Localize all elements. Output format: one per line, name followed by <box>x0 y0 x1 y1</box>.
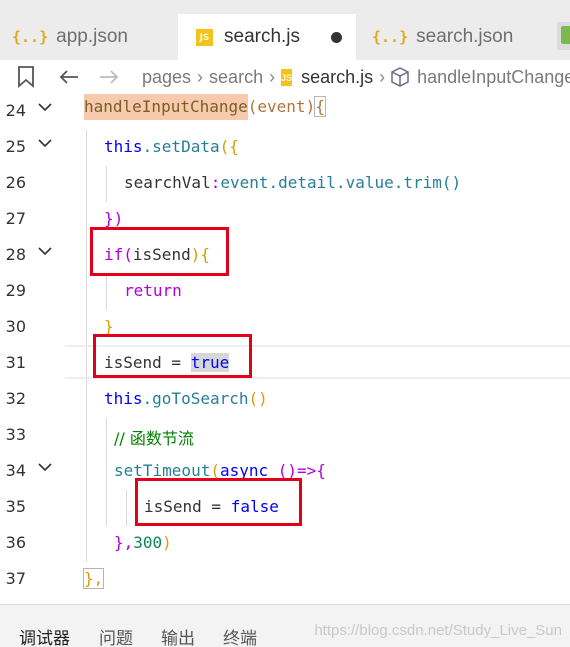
line-number: 32 <box>5 389 26 408</box>
line-number: 26 <box>5 173 26 192</box>
object-key: searchVal <box>124 173 211 192</box>
line-number: 25 <box>5 137 26 156</box>
next-tab-stub[interactable] <box>557 22 570 50</box>
code-line-26: 26 searchVal:event.detail.value.trim() <box>0 166 570 202</box>
keyword-return: return <box>124 281 182 300</box>
breadcrumb-segment-file[interactable]: search.js <box>301 67 373 88</box>
json-file-icon: {..} <box>12 28 49 46</box>
unsaved-dot-icon[interactable] <box>331 31 343 43</box>
line-number: 31 <box>5 353 26 372</box>
keyword-this: this <box>104 137 143 156</box>
fold-chevron-icon[interactable] <box>37 243 53 259</box>
file-icon <box>561 26 570 44</box>
function-name: handleInputChange <box>84 94 248 120</box>
tab-output[interactable]: 输出 <box>161 624 195 647</box>
tab-label: search.json <box>416 26 514 47</box>
code-line-29: 29 return <box>0 274 570 310</box>
bracket: }, <box>114 533 134 552</box>
number-literal: 300 <box>133 533 163 552</box>
tab-terminal[interactable]: 终端 <box>223 624 257 647</box>
code-line-33: 33 // 函数节流 <box>0 418 570 454</box>
highlight-box-issend-false <box>135 478 302 526</box>
breadcrumb-segment-symbol[interactable]: handleInputChange <box>417 67 570 88</box>
call-parens: () <box>248 389 268 408</box>
watermark: https://blog.csdn.net/Study_Live_Sun <box>314 622 562 639</box>
method-call: .setData <box>142 137 220 156</box>
code-line-27: 27 }) <box>0 202 570 238</box>
params: (event) <box>247 97 316 116</box>
breadcrumb-segment-pages[interactable]: pages <box>142 67 191 88</box>
code-line-28: 28 if(isSend){ <box>0 238 570 274</box>
method-call: .goToSearch <box>142 389 249 408</box>
brace: { <box>314 96 326 117</box>
menu-strip <box>0 0 570 14</box>
keyword-this: this <box>104 389 143 408</box>
call-parens: () <box>441 173 462 192</box>
line-number: 29 <box>5 281 26 300</box>
chevron-right-icon: › <box>379 66 386 87</box>
bracket: }) <box>104 209 124 228</box>
chevron-right-icon: › <box>269 66 276 87</box>
js-file-icon: JS <box>281 68 293 86</box>
fold-chevron-icon[interactable] <box>37 135 53 151</box>
value-expression: event.detail.value.trim <box>220 173 442 192</box>
fold-chevron-icon[interactable] <box>37 459 53 475</box>
code-editor[interactable]: 24 handleInputChange(event){ 25 this.set… <box>0 94 570 604</box>
bottom-panel: 调试器 问题 输出 终端 https://blog.csdn.net/Study… <box>0 604 570 647</box>
chevron-right-icon: › <box>197 66 204 87</box>
line-number: 33 <box>5 425 26 444</box>
code-line-36: 36 },300) <box>0 526 570 562</box>
line-number: 24 <box>5 101 26 120</box>
line-number: 34 <box>5 461 26 480</box>
tab-label: search.js <box>224 26 301 47</box>
bracket: ({ <box>219 137 239 156</box>
tab-app-json[interactable]: {..} app.json <box>0 14 178 60</box>
line-number: 37 <box>5 569 26 588</box>
highlight-box-if <box>90 227 229 276</box>
json-file-icon: {..} <box>372 28 409 46</box>
tab-search-js[interactable]: JS search.js <box>178 14 356 60</box>
forward-arrow-icon[interactable] <box>99 69 119 85</box>
code-line-32: 32 this.goToSearch() <box>0 382 570 418</box>
method-cube-icon <box>391 67 409 87</box>
code-comment: // 函数节流 <box>114 429 194 448</box>
bracket: }, <box>82 568 105 589</box>
line-number: 28 <box>5 245 26 264</box>
fold-chevron-icon[interactable] <box>37 99 53 115</box>
bookmark-icon[interactable] <box>17 66 35 88</box>
editor-tab-bar: {..} app.json JS search.js {..} search.j… <box>0 14 570 60</box>
line-number: 35 <box>5 497 26 516</box>
tab-problems[interactable]: 问题 <box>99 624 133 647</box>
bracket: ) <box>162 533 172 552</box>
code-line-30: 30 } <box>0 310 570 346</box>
tab-label: app.json <box>56 26 128 47</box>
line-number: 36 <box>5 533 26 552</box>
colon: : <box>210 173 221 192</box>
tab-debugger[interactable]: 调试器 <box>19 624 70 647</box>
js-file-icon: JS <box>196 28 213 46</box>
code-line-37: 37 }, <box>0 562 570 598</box>
code-line-31: 31 isSend = true <box>0 346 570 382</box>
code-line-24: 24 handleInputChange(event){ <box>0 94 570 130</box>
breadcrumb-segment-search[interactable]: search <box>209 67 263 88</box>
code-line-25: 25 this.setData({ <box>0 130 570 166</box>
highlight-box-issend-true <box>93 334 252 378</box>
tab-search-json[interactable]: {..} search.json <box>356 14 552 60</box>
line-number: 27 <box>5 209 26 228</box>
line-number: 30 <box>5 317 26 336</box>
back-arrow-icon[interactable] <box>59 69 79 85</box>
breadcrumb: pages › search › JS search.js › handleIn… <box>0 60 570 94</box>
